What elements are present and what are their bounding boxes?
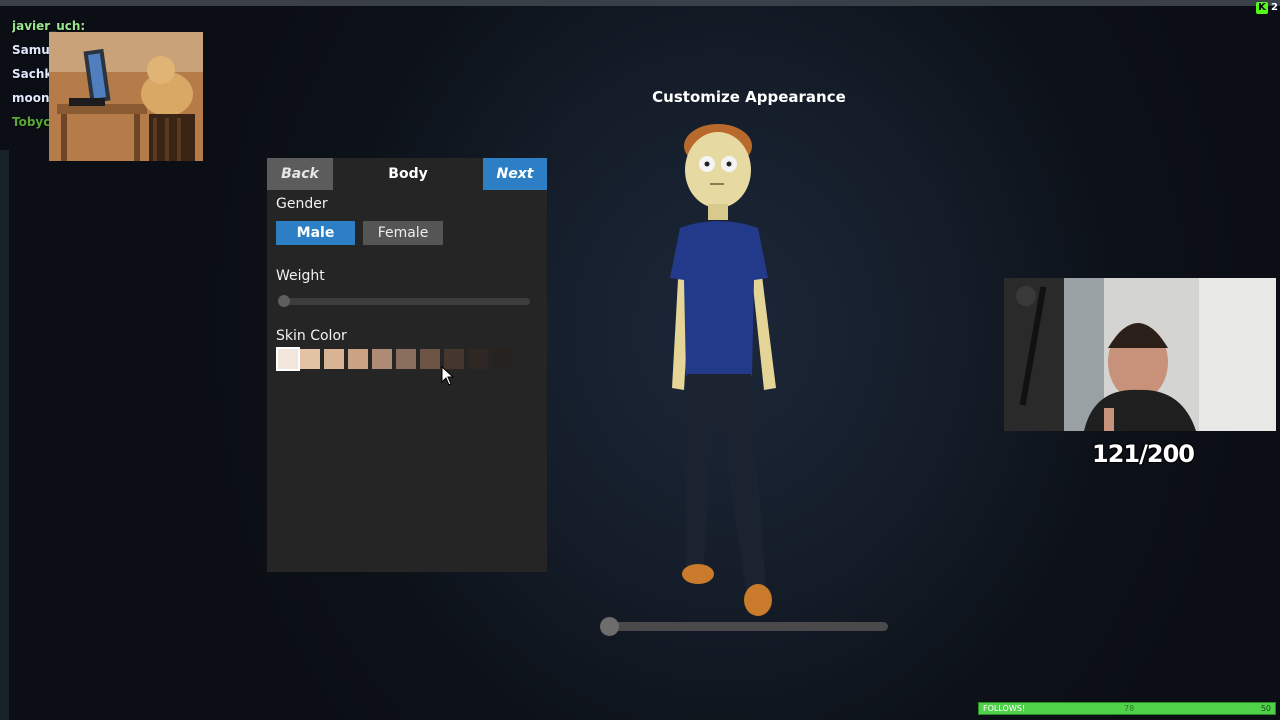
section-title: Body	[388, 166, 428, 182]
rotation-slider-track[interactable]	[602, 622, 888, 631]
left-edge-strip	[0, 150, 9, 720]
streamer-webcam	[1004, 278, 1276, 431]
gender-label: Gender	[276, 196, 328, 212]
panel-header: Back Body Next	[267, 158, 547, 190]
skin-color-swatch[interactable]	[348, 349, 368, 369]
character-avatar	[640, 118, 810, 628]
female-button[interactable]: Female	[363, 221, 443, 245]
weight-label: Weight	[276, 268, 325, 284]
top-strip	[0, 0, 1280, 6]
follows-label: FOLLOWS!	[983, 704, 1026, 713]
skin-color-swatch[interactable]	[396, 349, 416, 369]
skin-color-swatch[interactable]	[300, 349, 320, 369]
skin-color-swatch[interactable]	[324, 349, 344, 369]
weight-slider-thumb[interactable]	[278, 295, 290, 307]
weight-slider-track[interactable]	[280, 298, 530, 305]
follows-current: 78	[1124, 704, 1135, 713]
dog-at-computer-image	[49, 32, 203, 161]
mouse-cursor-icon	[441, 365, 455, 386]
sub-goal-counter: 121/200	[1092, 440, 1195, 468]
skin-color-swatch[interactable]	[276, 347, 300, 371]
rotation-slider-thumb[interactable]	[600, 617, 619, 636]
male-button[interactable]: Male	[276, 221, 355, 245]
follows-goal: 50	[1260, 704, 1271, 713]
viewer-count: 2	[1271, 2, 1278, 13]
next-button[interactable]: Next	[483, 158, 547, 190]
body-customization-panel: Back Body Next Gender Male Female Weight…	[267, 158, 547, 572]
skin-color-swatch[interactable]	[468, 349, 488, 369]
page-title: Customize Appearance	[652, 88, 846, 106]
follows-goal-bar: FOLLOWS! 78 50	[978, 702, 1276, 715]
skin-color-label: Skin Color	[276, 328, 347, 344]
skin-color-swatch[interactable]	[420, 349, 440, 369]
kick-logo-icon: K	[1256, 2, 1268, 14]
skin-color-swatch[interactable]	[372, 349, 392, 369]
skin-color-swatch[interactable]	[492, 349, 512, 369]
back-button[interactable]: Back	[267, 158, 333, 190]
